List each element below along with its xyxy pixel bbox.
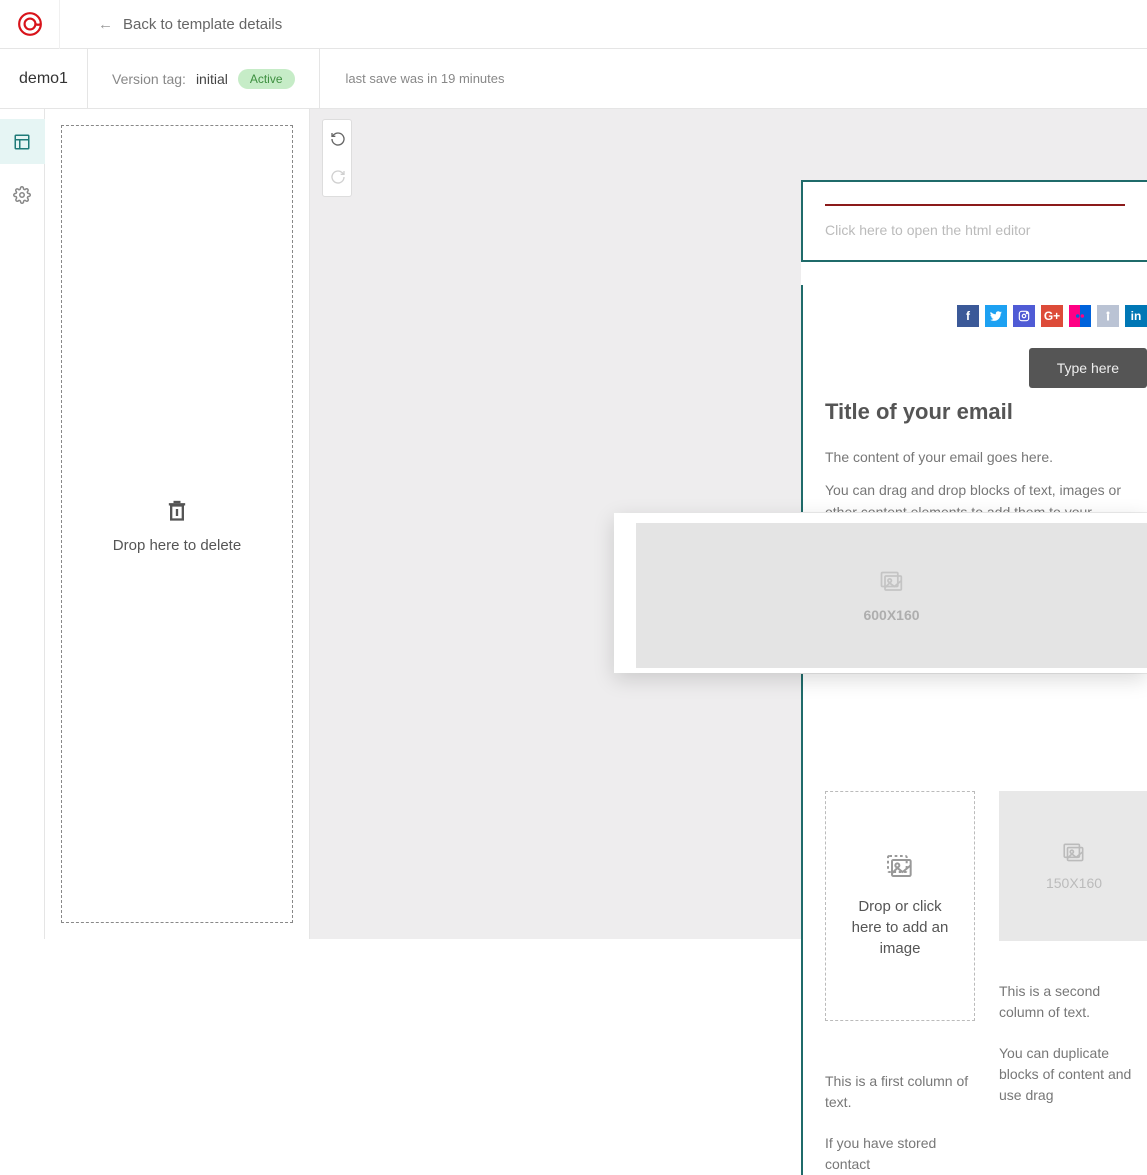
trash-icon [163,495,191,523]
undo-icon [330,131,346,147]
placeholder-small-size: 150X160 [1046,875,1102,891]
email-preview: Click here to open the html editor f G+ [801,180,1147,1175]
twitter-icon[interactable] [985,305,1007,327]
back-label: Back to template details [123,16,282,33]
delete-drop-zone[interactable]: Drop here to delete [61,125,293,923]
pinterest-icon[interactable] [1097,305,1119,327]
sub-bar: demo1 Version tag: initial Active last s… [0,49,1147,109]
divider-line [825,204,1125,206]
instagram-icon[interactable] [1013,305,1035,327]
last-save-text: last save was in 19 minutes [320,71,505,86]
dragging-size-label: 600X160 [863,607,919,623]
history-controls [322,119,352,197]
template-name[interactable]: demo1 [0,49,88,109]
image-icon [1061,841,1087,867]
html-editor-hint: Click here to open the html editor [825,222,1030,238]
back-link[interactable]: ← Back to template details [60,16,282,33]
version-cell: Version tag: initial Active [88,49,320,109]
col2-text2[interactable]: You can duplicate blocks of content and … [999,1043,1147,1106]
image-drop-box[interactable]: Drop or click here to add an image [825,791,975,1021]
redo-icon [330,169,346,185]
googleplus-icon[interactable]: G+ [1041,305,1063,327]
columns-row: Drop or click here to add an image This … [803,791,1147,1175]
image-icon [878,569,906,597]
nav-blocks-icon[interactable] [0,119,45,164]
html-editor-strip[interactable]: Click here to open the html editor [801,180,1147,262]
arrow-left-icon: ← [98,16,113,33]
column-2: 150X160 This is a second column of text.… [999,791,1147,1175]
image-placeholder-small[interactable]: 150X160 [999,791,1147,941]
image-stack-icon [884,852,916,884]
drop-zone-label: Drop here to delete [113,537,241,554]
dragging-image-block[interactable]: 600X160 [614,513,1147,673]
dragging-image-placeholder: 600X160 [636,523,1147,668]
app-logo-icon [17,11,43,37]
cta-button[interactable]: Type here [1029,348,1147,388]
col1-text2[interactable]: If you have stored contact [825,1133,973,1175]
col1-text1[interactable]: This is a first column of text. [825,1071,973,1113]
linkedin-icon[interactable]: in [1125,305,1147,327]
version-tag-label: Version tag: [112,71,186,87]
email-body: f G+ in Type h [801,285,1147,1175]
version-tag-value: initial [196,71,228,87]
email-title[interactable]: Title of your email [803,399,1147,425]
drop-panel: Drop here to delete [45,109,310,939]
flickr-icon[interactable] [1069,305,1091,327]
top-bar: ← Back to template details [0,0,1147,49]
nav-rail [0,109,45,939]
social-row: f G+ in [803,285,1147,343]
facebook-icon[interactable]: f [957,305,979,327]
redo-button[interactable] [323,158,353,196]
email-intro-text[interactable]: The content of your email goes here. [803,447,1147,468]
undo-button[interactable] [323,120,353,158]
app-logo[interactable] [0,0,60,49]
image-drop-label: Drop or click here to add an image [844,896,956,959]
nav-settings-icon[interactable] [0,172,45,217]
col2-text1[interactable]: This is a second column of text. [999,981,1147,1023]
status-badge: Active [238,69,295,89]
column-1: Drop or click here to add an image This … [825,791,973,1175]
